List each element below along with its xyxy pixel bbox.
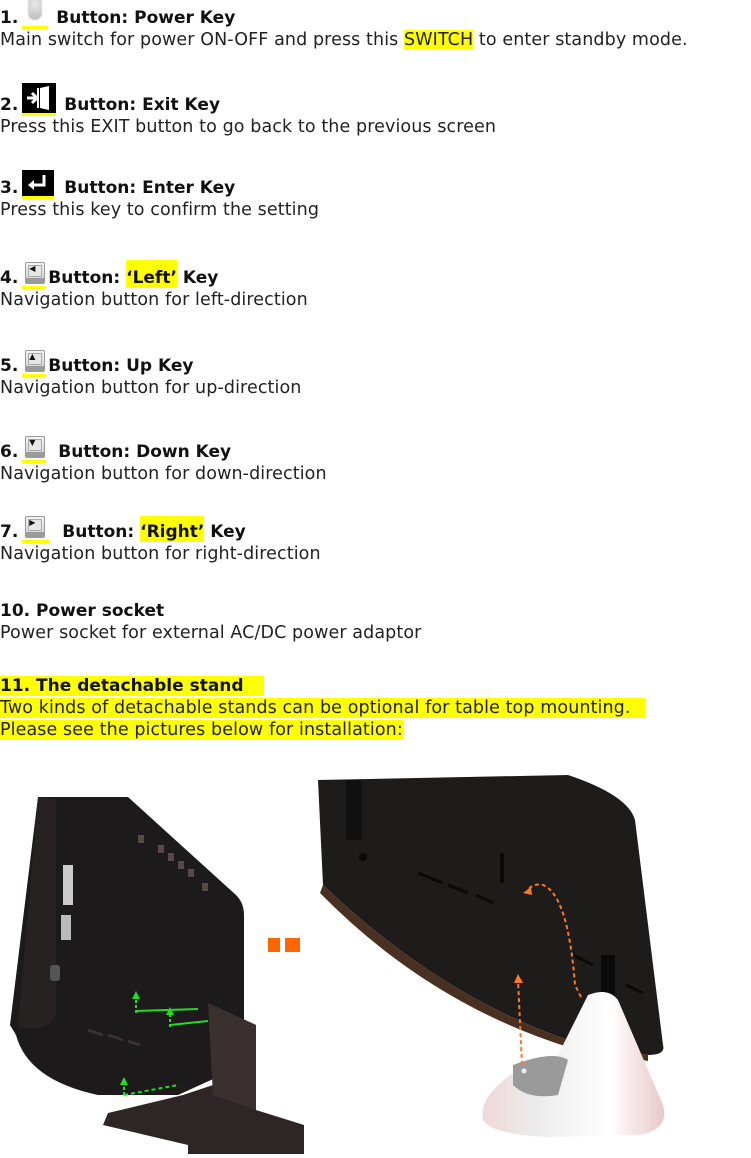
item-title: 3. Button: Enter Key [0,170,319,199]
item-description: Power socket for external AC/DC power ad… [0,623,422,643]
item-number: 7. [0,522,19,542]
item-title-text: Button: [48,268,127,288]
item-title: 5. ▲ Button: Up Key [0,350,301,377]
desc-text: to enter standby mode. [473,30,688,50]
enter-key-icon [22,170,55,199]
up-arrow-glyph: ▲ [29,352,36,361]
item-title-text: Button: Up Key [48,356,194,376]
down-key-icon: ▼ [22,436,47,463]
item-title-text: Key [176,268,219,288]
item-number: 3. [0,178,19,198]
item-enter-key: 3. Button: Enter Key Press this key to c… [0,170,319,221]
item-description: Navigation button for left-direction [0,290,308,310]
item-description: Press this EXIT button to go back to the… [0,117,497,137]
item-description: Navigation button for up-direction [0,378,302,398]
right-key-icon: ▶ [22,516,51,543]
left-arrow-glyph: ◀ [29,264,36,273]
item-title-text: Key [204,522,246,542]
item-title-text: Button: [62,522,141,542]
power-key-icon [22,4,49,29]
orange-separator-marks [268,937,305,956]
exit-key-icon [22,83,57,116]
item-power-socket: 10. Power socket Power socket for extern… [0,600,421,644]
item-description: Navigation button for down-direction [0,464,327,484]
item-description-line-1: Two kinds of detachable stands can be op… [0,697,645,719]
item-down-key: 6. ▼ Button: Down Key Navigation button fo… [0,436,327,485]
item-number: 2. [0,95,19,115]
item-description: Navigation button for right-direction [0,544,321,564]
item-title: 10. Power socket [0,600,421,622]
item-number: 4. [0,268,19,288]
highlight-left: ‘Left’ [126,260,177,288]
item-title-text: Button: Power Key [56,8,236,28]
item-title-text: Button: Exit Key [64,95,221,115]
item-number: 11. [0,676,31,696]
item-title-text: Button: Down Key [58,442,232,462]
item-title-text: Power socket [36,601,165,621]
item-up-key: 5. ▲ Button: Up Key Navigation button for … [0,350,301,399]
highlight-right: ‘Right’ [140,516,205,542]
item-number: 1. [0,8,19,28]
down-arrow-glyph: ▼ [29,438,36,447]
highlighted-desc: Two kinds of detachable stands can be op… [0,698,645,718]
desc-text: Main switch for power ON-OFF and press t… [0,30,405,50]
highlighted-title: 11. The detachable stand [0,676,264,696]
item-title: 4. ◀ Button: ‘Left’ Key [0,260,308,289]
item-left-key: 4. ◀ Button: ‘Left’ Key Navigation button … [0,260,308,311]
item-number: 10. [0,601,31,621]
highlight-switch: SWITCH [404,30,474,50]
left-key-icon: ◀ [22,262,47,289]
item-title: 6. ▼ Button: Down Key [0,436,327,463]
right-arrow-glyph: ▶ [29,518,36,527]
item-number: 6. [0,442,19,462]
item-power-key: 1. Button: Power Key Main switch for powe… [0,4,688,51]
item-exit-key: 2. Button: Exit Key Press this EXIT butt… [0,83,496,138]
up-key-icon: ▲ [22,350,47,377]
item-title: 11. The detachable stand [0,675,645,697]
item-number: 5. [0,356,19,376]
item-description-line-2: Please see the pictures below for instal… [0,719,645,741]
item-title-text: The detachable stand [36,676,244,696]
stand-installation-right-figure [318,775,751,1154]
item-detachable-stand: 11. The detachable stand Two kinds of de… [0,675,645,741]
stand-installation-left-figure [8,795,304,1154]
highlighted-desc: Please see the pictures below for instal… [0,720,403,740]
item-title: 1. Button: Power Key [0,4,688,29]
item-right-key: 7. ▶ Button: ‘Right’ Key Navigation button… [0,516,321,565]
item-description: Press this key to confirm the setting [0,200,320,220]
item-title: 7. ▶ Button: ‘Right’ Key [0,516,321,543]
item-title: 2. Button: Exit Key [0,83,496,116]
item-description: Main switch for power ON-OFF and press t… [0,29,688,51]
item-title-text: Button: Enter Key [64,178,236,198]
